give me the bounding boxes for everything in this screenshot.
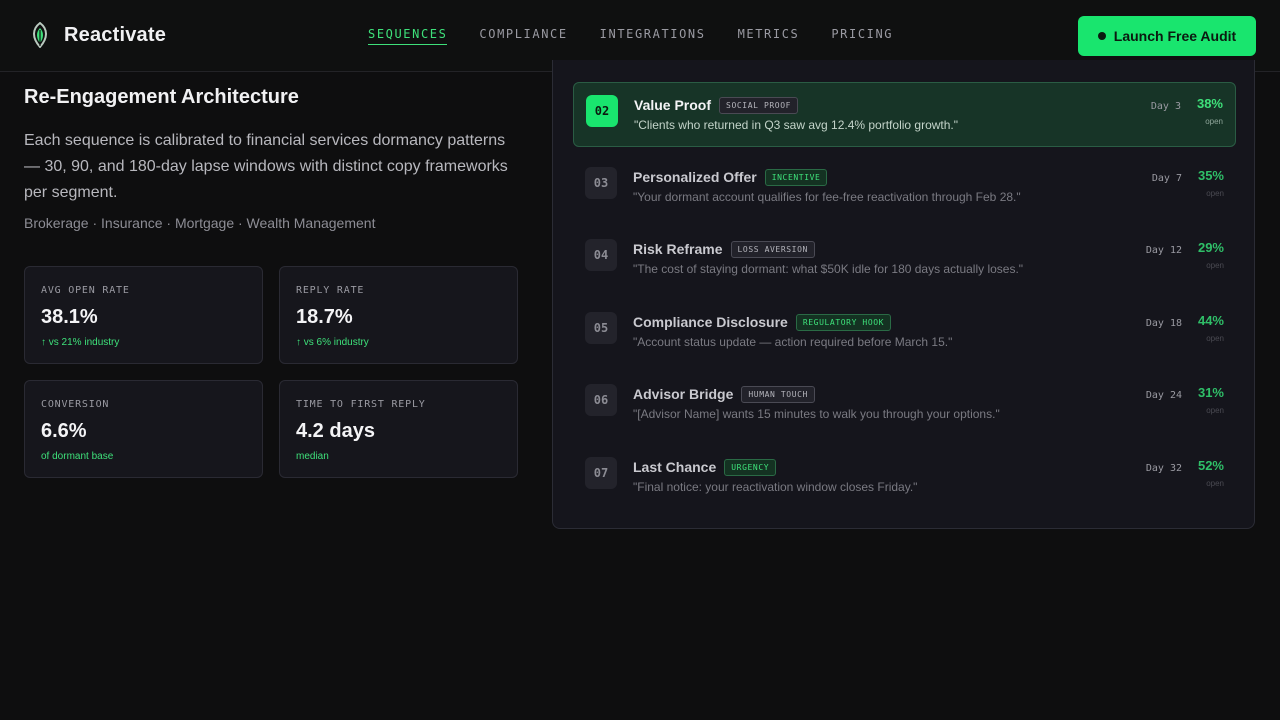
segment-list: Brokerage · Insurance · Mortgage · Wealt… — [24, 215, 376, 231]
step-quote: "Final notice: your reactivation window … — [633, 480, 918, 494]
stat-note: ↑ vs 21% industry — [41, 337, 120, 348]
step-tag: INCENTIVE — [764, 169, 828, 186]
step-name: Compliance Disclosure REGULATORY HOOK — [633, 314, 892, 331]
sequence-step-compliance-disclosure[interactable]: 05 Compliance Disclosure REGULATORY HOOK … — [573, 300, 1236, 365]
step-quote: "Clients who returned in Q3 saw avg 12.4… — [634, 118, 959, 132]
step-name-text: Last Chance — [633, 459, 717, 475]
sequence-step-advisor-bridge[interactable]: 06 Advisor Bridge HUMAN TOUCH "[Advisor N… — [573, 372, 1236, 437]
step-tag: HUMAN TOUCH — [741, 386, 815, 403]
step-open-label: open — [1206, 406, 1224, 415]
step-name: Last Chance URGENCY — [633, 459, 777, 476]
dot-icon — [1097, 32, 1106, 40]
logo[interactable]: Reactivate — [28, 22, 166, 48]
step-open-label: open — [1205, 117, 1223, 126]
step-name-text: Personalized Offer — [633, 169, 757, 185]
step-tag: REGULATORY HOOK — [795, 314, 892, 331]
nav-sequences[interactable]: SEQUENCES — [368, 27, 448, 45]
step-day: Day 24 — [1145, 390, 1182, 401]
step-name-text: Advisor Bridge — [633, 386, 734, 402]
step-quote: "The cost of staying dormant: what $50K … — [633, 262, 1024, 276]
stat-value: 6.6% — [41, 420, 87, 442]
section-description: Each sequence is calibrated to financial… — [24, 132, 508, 201]
sequence-step-last-chance[interactable]: 07 Last Chance URGENCY "Final notice: you… — [573, 445, 1236, 510]
nav-compliance[interactable]: COMPLIANCE — [479, 27, 567, 45]
step-day: Day 3 — [1150, 101, 1181, 112]
step-day: Day 12 — [1145, 245, 1182, 256]
stat-value: 4.2 days — [296, 420, 375, 442]
step-name: Value Proof SOCIAL PROOF — [634, 97, 799, 114]
stat-card-time-to-reply: TIME TO FIRST REPLY 4.2 days median — [279, 380, 518, 478]
stat-label: REPLY RATE — [296, 285, 365, 296]
step-name: Personalized Offer INCENTIVE — [633, 169, 828, 186]
step-open-pct: 38% — [1196, 96, 1223, 111]
step-open-label: open — [1206, 189, 1224, 198]
step-open-pct: 52% — [1197, 458, 1224, 473]
step-quote: "[Advisor Name] wants 15 minutes to walk… — [633, 407, 1000, 421]
nav-pricing[interactable]: PRICING — [831, 27, 893, 45]
step-quote: "Your dormant account qualifies for fee-… — [633, 190, 1021, 204]
step-number: 03 — [585, 167, 617, 199]
step-open-pct: 29% — [1197, 240, 1224, 255]
step-name-text: Compliance Disclosure — [633, 314, 788, 330]
section-title: Re-Engagement Architecture — [24, 86, 299, 108]
step-open-pct: 35% — [1197, 168, 1224, 183]
step-day: Day 18 — [1145, 318, 1182, 329]
step-number: 05 — [585, 312, 617, 344]
step-tag: URGENCY — [724, 459, 777, 476]
sequence-step-personalized-offer[interactable]: 03 Personalized Offer INCENTIVE "Your dor… — [573, 155, 1236, 220]
step-day: Day 32 — [1145, 463, 1182, 474]
nav-integrations[interactable]: INTEGRATIONS — [600, 27, 706, 45]
step-day: Day 7 — [1151, 173, 1182, 184]
sequence-panel: 02 Value Proof SOCIAL PROOF "Clients who … — [552, 60, 1255, 529]
step-name: Risk Reframe LOSS AVERSION — [633, 241, 815, 258]
step-quote: "Account status update — action required… — [633, 335, 953, 349]
step-open-label: open — [1206, 261, 1224, 270]
nav-metrics[interactable]: METRICS — [738, 27, 800, 45]
launch-audit-label: Launch Free Audit — [1113, 28, 1237, 44]
step-open-pct: 44% — [1197, 313, 1224, 328]
stat-note: of dormant base — [41, 451, 114, 462]
step-tag: LOSS AVERSION — [730, 241, 815, 258]
main-nav: SEQUENCES COMPLIANCE INTEGRATIONS METRIC… — [368, 27, 925, 45]
stat-value: 38.1% — [41, 306, 98, 328]
sequence-step-risk-reframe[interactable]: 04 Risk Reframe LOSS AVERSION "The cost o… — [573, 227, 1236, 292]
stat-value: 18.7% — [296, 306, 353, 328]
stat-label: TIME TO FIRST REPLY — [296, 399, 426, 410]
step-tag: SOCIAL PROOF — [719, 97, 799, 114]
step-name-text: Value Proof — [634, 97, 712, 113]
leaf-logo-icon — [33, 22, 47, 48]
step-number: 02 — [586, 95, 618, 127]
stat-label: CONVERSION — [41, 399, 110, 410]
step-open-pct: 31% — [1197, 385, 1224, 400]
stat-note: median — [296, 451, 329, 462]
step-open-label: open — [1206, 479, 1224, 488]
stat-card-open-rate: AVG OPEN RATE 38.1% ↑ vs 21% industry — [24, 266, 263, 364]
stat-card-conversion: CONVERSION 6.6% of dormant base — [24, 380, 263, 478]
stat-label: AVG OPEN RATE — [41, 285, 130, 296]
sequence-step-value-proof[interactable]: 02 Value Proof SOCIAL PROOF "Clients who … — [573, 82, 1236, 147]
step-name-text: Risk Reframe — [633, 241, 723, 257]
brand-name: Reactivate — [64, 23, 167, 46]
launch-audit-button[interactable]: Launch Free Audit — [1078, 16, 1256, 56]
step-open-label: open — [1206, 334, 1224, 343]
stat-card-reply-rate: REPLY RATE 18.7% ↑ vs 6% industry — [279, 266, 518, 364]
stat-note: ↑ vs 6% industry — [296, 337, 369, 348]
step-number: 07 — [585, 457, 617, 489]
step-number: 06 — [585, 384, 617, 416]
step-number: 04 — [585, 239, 617, 271]
step-name: Advisor Bridge HUMAN TOUCH — [633, 386, 815, 403]
